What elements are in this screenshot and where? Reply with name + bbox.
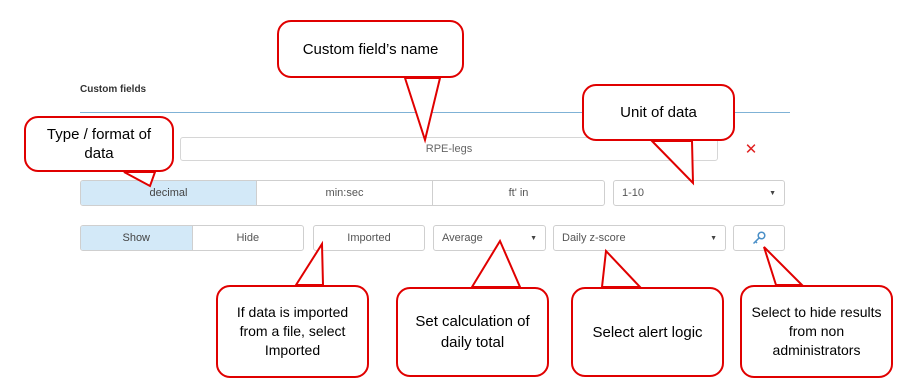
unit-select[interactable]: 1-10 ▼ [613,180,785,206]
callout-hide-results: Select to hide results from non administ… [740,285,893,378]
chevron-down-icon: ▼ [769,189,776,197]
close-icon[interactable]: ✕ [744,140,758,158]
format-option-decimal[interactable]: decimal [81,181,256,205]
callout-alert-logic: Select alert logic [571,287,724,377]
key-icon [752,231,766,245]
calculation-select-value: Average [442,232,483,244]
callout-calculation: Set calculation of daily total [396,287,549,377]
unit-select-value: 1-10 [622,187,645,199]
alert-select-value: Daily z-score [562,232,626,244]
callout-tail-alert [600,248,643,288]
alert-logic-select[interactable]: Daily z-score ▼ [553,225,726,251]
callout-type-format: Type / format of data [24,116,174,172]
format-option-min-sec[interactable]: min:sec [256,181,432,205]
visibility-toggle: Show Hide [80,225,304,251]
format-option-ft-in[interactable]: ft' in [432,181,604,205]
callout-tail-name [403,77,442,144]
hide-results-key-button[interactable] [733,225,785,251]
chevron-down-icon: ▼ [530,234,537,242]
data-format-toggle: decimal min:sec ft' in [80,180,605,206]
callout-unit: Unit of data [582,84,735,141]
callout-imported: If data is imported from a file, select … [216,285,369,378]
daily-calculation-select[interactable]: Average ▼ [433,225,546,251]
visibility-option-hide[interactable]: Hide [191,226,304,250]
visibility-option-show[interactable]: Show [81,226,192,250]
callout-tail-hide [763,246,805,286]
imported-button[interactable]: Imported [313,225,425,251]
section-title: Custom fields [80,84,147,95]
callout-field-name: Custom field’s name [277,20,464,78]
chevron-down-icon: ▼ [710,234,717,242]
